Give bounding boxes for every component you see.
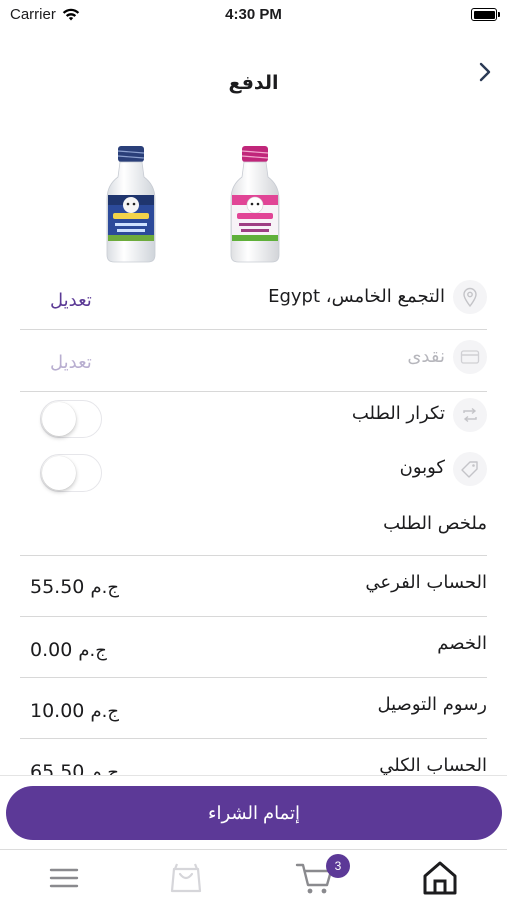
- page-title: الدفع: [228, 72, 279, 94]
- summary-row-subtotal: الحساب الفرعي 55.50 ج.م: [20, 556, 487, 617]
- repeat-icon: [453, 398, 487, 432]
- summary-label: رسوم التوصيل: [377, 694, 487, 715]
- bottom-divider: [0, 775, 507, 776]
- summary-label: الحساب الكلي: [379, 755, 487, 775]
- store-bag-icon: [170, 863, 202, 893]
- repeat-order-toggle[interactable]: [40, 400, 102, 438]
- summary-row-total: الحساب الكلي 65.50 ج.م: [20, 739, 487, 775]
- coupon-row: كوبون: [20, 446, 487, 500]
- summary-value: 65.50 ج.م: [30, 761, 119, 775]
- summary-row-total-clip: الحساب الكلي 65.50 ج.م: [0, 739, 507, 775]
- status-bar: Carrier 4:30 PM: [0, 0, 507, 30]
- summary-value: 55.50 ج.م: [30, 576, 119, 598]
- summary-row-discount: الخصم 0.00 ج.م: [20, 617, 487, 678]
- edit-payment-link[interactable]: تعديل: [50, 352, 92, 373]
- cart-count-badge: 3: [326, 854, 350, 878]
- coupon-toggle[interactable]: [40, 454, 102, 492]
- summary-value: 10.00 ج.م: [30, 700, 119, 722]
- payment-row: نقدى تعديل: [20, 330, 487, 392]
- summary-value: 0.00 ج.م: [30, 639, 107, 661]
- product-image-pink-bottle: [230, 146, 280, 263]
- summary-row-delivery: رسوم التوصيل 10.00 ج.م: [20, 678, 487, 739]
- product-image-blue-bottle: [106, 146, 156, 263]
- summary-label: الحساب الفرعي: [365, 572, 487, 593]
- tab-store[interactable]: [166, 858, 206, 898]
- clock: 4:30 PM: [225, 6, 282, 23]
- address-text: التجمع الخامس، Egypt: [268, 286, 445, 307]
- address-row: التجمع الخامس، Egypt تعديل: [20, 272, 487, 330]
- location-pin-icon: [453, 280, 487, 314]
- tab-cart[interactable]: 3: [294, 854, 350, 898]
- chevron-right-icon: [479, 62, 491, 82]
- tab-bar: 3: [0, 850, 507, 900]
- payment-method-text: نقدى: [407, 346, 445, 367]
- back-button[interactable]: [473, 60, 497, 84]
- edit-address-link[interactable]: تعديل: [50, 290, 92, 311]
- summary-label: الخصم: [437, 633, 487, 654]
- repeat-order-label: تكرار الطلب: [351, 403, 445, 424]
- menu-icon: [49, 868, 79, 888]
- order-summary-header: ملخص الطلب: [20, 500, 487, 556]
- tab-home[interactable]: [420, 858, 460, 898]
- tab-menu[interactable]: [44, 858, 84, 898]
- checkout-button[interactable]: إتمام الشراء: [6, 786, 502, 840]
- order-summary-title: ملخص الطلب: [383, 513, 487, 534]
- home-icon: [423, 861, 457, 895]
- repeat-order-row: تكرار الطلب: [20, 392, 487, 446]
- coupon-label: كوبون: [399, 457, 445, 478]
- tag-icon: [453, 452, 487, 486]
- toggle-knob: [42, 402, 76, 436]
- toggle-knob: [42, 456, 76, 490]
- credit-card-icon: [453, 340, 487, 374]
- battery-icon: [471, 8, 500, 21]
